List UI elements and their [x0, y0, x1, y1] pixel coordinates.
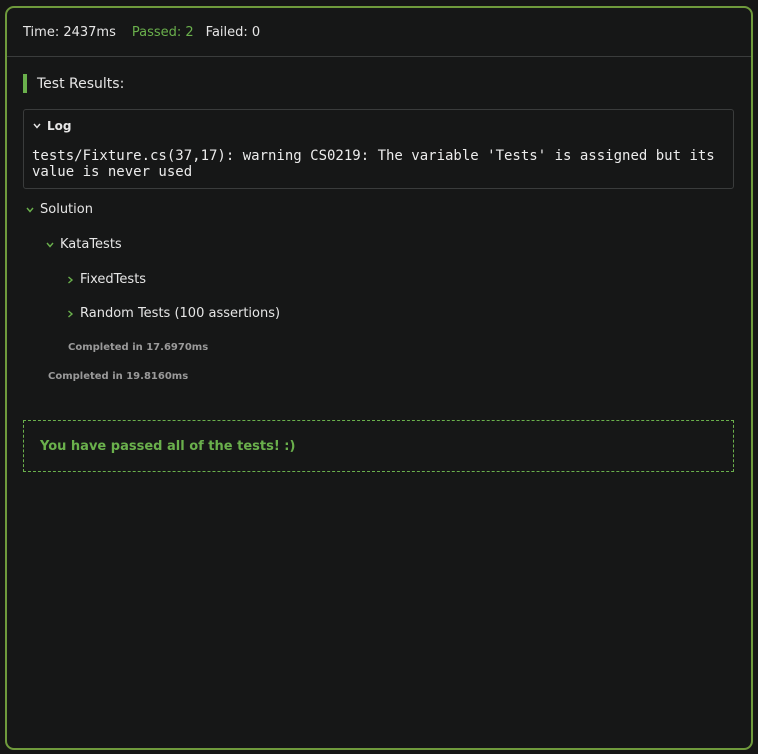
tree-item-fixedtests[interactable]: FixedTests — [65, 272, 146, 287]
solution-completed-time: Completed in 19.8160ms — [48, 371, 189, 382]
tree-item-solution[interactable]: Solution — [25, 202, 93, 217]
heading-accent-bar — [23, 74, 27, 93]
chevron-right-icon — [68, 275, 74, 284]
log-message: tests/Fixture.cs(37,17): warning CS0219:… — [32, 148, 724, 180]
chevron-down-icon — [26, 207, 34, 213]
katatests-completed-time: Completed in 17.6970ms — [68, 342, 209, 353]
log-panel: Log tests/Fixture.cs(37,17): warning CS0… — [23, 109, 734, 189]
log-toggle[interactable]: Log — [32, 119, 71, 133]
test-output-panel: Time: 2437ms Passed: 2 Failed: 0 Test Re… — [5, 6, 753, 750]
test-results-title: Test Results: — [37, 75, 125, 92]
tree-item-katatests[interactable]: KataTests — [45, 237, 122, 252]
tree-item-fixedtests-label: FixedTests — [80, 272, 147, 287]
chevron-down-icon — [46, 242, 54, 248]
tree-item-solution-label: Solution — [40, 202, 93, 217]
pass-summary-message: You have passed all of the tests! :) — [40, 438, 296, 454]
tree-item-katatests-label: KataTests — [60, 237, 122, 252]
tree-item-random-tests-label: Random Tests (100 assertions) — [80, 306, 281, 321]
passed-stat: Passed: 2 — [131, 24, 194, 40]
test-results-heading: Test Results: — [23, 74, 124, 93]
time-stat: Time: 2437ms — [23, 24, 116, 40]
pass-summary-box: You have passed all of the tests! :) — [23, 420, 734, 472]
failed-stat: Failed: 0 — [205, 24, 261, 40]
chevron-right-icon — [68, 309, 74, 318]
tree-item-random-tests[interactable]: Random Tests (100 assertions) — [65, 306, 280, 321]
results-header: Time: 2437ms Passed: 2 Failed: 0 — [7, 8, 751, 57]
log-label: Log — [47, 119, 72, 133]
chevron-down-icon — [33, 123, 41, 129]
